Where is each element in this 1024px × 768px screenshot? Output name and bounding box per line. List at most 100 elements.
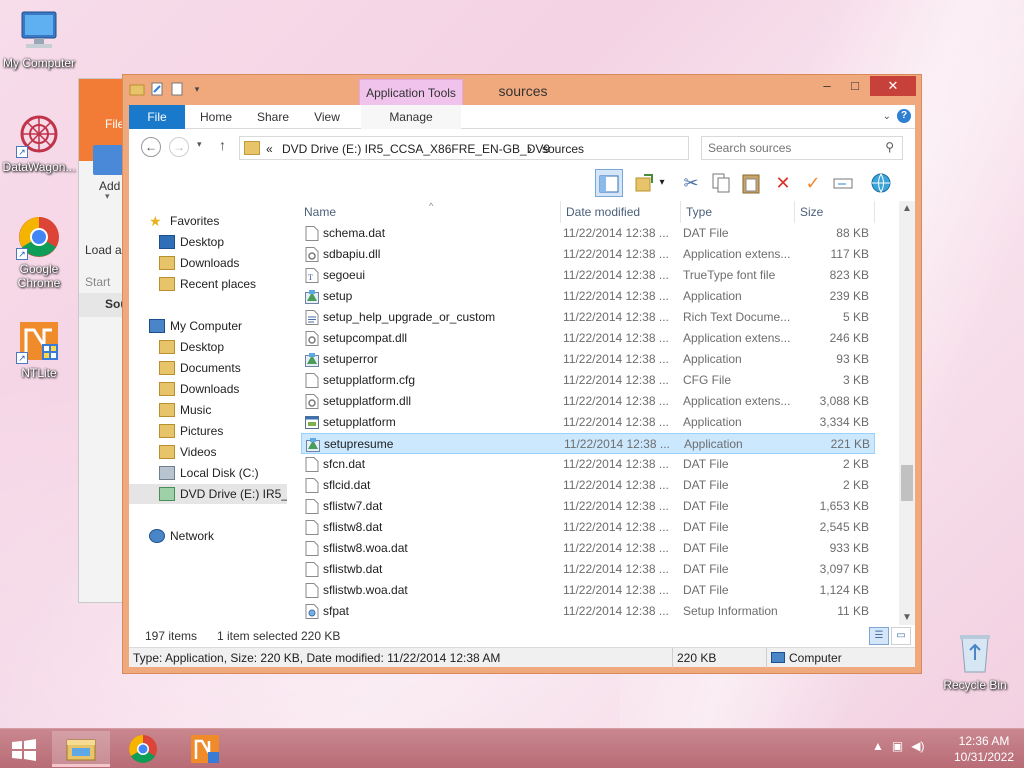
network-icon[interactable]: ▣	[892, 739, 903, 753]
search-box[interactable]: ⚲	[701, 136, 903, 160]
forward-button[interactable]: →	[169, 137, 189, 157]
taskbar-file-explorer[interactable]	[52, 731, 110, 767]
minimize-button[interactable]: –	[813, 76, 841, 96]
details-view-button[interactable]: ☰	[869, 627, 889, 645]
tab-share[interactable]: Share	[247, 105, 299, 129]
file-size: 823 KB	[829, 268, 869, 282]
file-name: setuperror	[323, 352, 378, 366]
up-arrow-icon[interactable]: ↑	[219, 137, 226, 153]
column-header-size[interactable]: Size	[795, 201, 875, 223]
globe-icon[interactable]	[867, 169, 895, 197]
copy-icon[interactable]	[707, 169, 735, 197]
search-input[interactable]	[708, 141, 876, 155]
table-row[interactable]: setupplatform.cfg 11/22/2014 12:38 ... CFG…	[301, 370, 875, 391]
nav-computer-documents[interactable]: Documents	[159, 358, 241, 378]
breadcrumb-sources[interactable]: sources	[542, 142, 584, 156]
nav-favorites-desktop[interactable]: Desktop	[159, 232, 224, 252]
nav-favorites-downloads[interactable]: Downloads	[159, 253, 239, 273]
nav-computer-pictures[interactable]: Pictures	[159, 421, 223, 441]
clock[interactable]: 12:36 AM 10/31/2022	[946, 733, 1022, 765]
address-bar[interactable]: « DVD Drive (E:) IR5_CCSA_X86FRE_EN-GB_D…	[239, 136, 789, 160]
column-header-type[interactable]: Type	[681, 201, 795, 223]
desktop-icon-datawagon[interactable]: ↗ DataWagon...	[0, 112, 78, 174]
table-row[interactable]: sflistw8.woa.dat 11/22/2014 12:38 ... DAT …	[301, 538, 875, 559]
tab-home[interactable]: Home	[189, 105, 243, 129]
table-row[interactable]: sdbapiu.dll 11/22/2014 12:38 ... Applicati…	[301, 244, 875, 265]
breadcrumb-separator[interactable]: ›	[528, 142, 532, 156]
scrollbar-thumb[interactable]	[901, 465, 913, 501]
file-size: 3,097 KB	[819, 562, 869, 576]
table-row[interactable]: sflistw8.dat 11/22/2014 12:38 ... DAT File…	[301, 517, 875, 538]
search-icon[interactable]: ⚲	[885, 140, 894, 154]
title-bar[interactable]: ▾ sources – □ ✕	[123, 75, 921, 105]
breadcrumb-overflow[interactable]: «	[266, 142, 273, 156]
rename-icon[interactable]	[829, 169, 857, 197]
breadcrumb-dvd-drive[interactable]: DVD Drive (E:) IR5_CCSA_X86FRE_EN-GB_DV9	[282, 142, 550, 156]
desktop-icon-my-computer[interactable]: My Computer	[0, 8, 78, 70]
back-button[interactable]: ←	[141, 137, 161, 157]
cut-icon[interactable]: ✂	[677, 169, 705, 197]
folder-options-dropdown-icon[interactable]: ▾	[655, 169, 669, 197]
scroll-up-icon[interactable]: ▲	[899, 203, 915, 214]
table-row[interactable]: setupplatform.dll 11/22/2014 12:38 ... App…	[301, 391, 875, 412]
add-icon[interactable]	[93, 145, 123, 175]
nav-network[interactable]: Network	[149, 526, 214, 546]
nav-dvd-drive[interactable]: DVD Drive (E:) IR5_C	[129, 484, 287, 504]
nav-favorites-recent-places[interactable]: Recent places	[159, 274, 256, 294]
table-row[interactable]: setupresume 11/22/2014 12:38 ... Applicati…	[301, 433, 875, 454]
table-row[interactable]: sflistwb.dat 11/22/2014 12:38 ... DAT File…	[301, 559, 875, 580]
file-list[interactable]: Name ^ Date modified Type Size schema.dat…	[299, 201, 899, 625]
table-row[interactable]: Tsegoeui 11/22/2014 12:38 ... TrueType fon…	[301, 265, 875, 286]
customize-qat-icon[interactable]: ▾	[189, 81, 205, 97]
close-button[interactable]: ✕	[870, 76, 916, 96]
paste-icon[interactable]	[737, 169, 765, 197]
maximize-button[interactable]: □	[841, 76, 869, 96]
scroll-down-icon[interactable]: ▼	[899, 612, 915, 623]
vertical-scrollbar[interactable]: ▲ ▼	[899, 201, 915, 625]
file-icon	[305, 562, 319, 577]
new-folder-icon[interactable]	[169, 81, 185, 97]
table-row[interactable]: setupplatform 11/22/2014 12:38 ... Applica…	[301, 412, 875, 433]
checkmark-icon[interactable]: ✓	[799, 169, 827, 197]
table-row[interactable]: sflistw7.dat 11/22/2014 12:38 ... DAT File…	[301, 496, 875, 517]
table-row[interactable]: sflistwb.woa.dat 11/22/2014 12:38 ... DAT …	[301, 580, 875, 601]
table-row[interactable]: sflcid.dat 11/22/2014 12:38 ... DAT File 2 …	[301, 475, 875, 496]
table-row[interactable]: setup 11/22/2014 12:38 ... Application 239 …	[301, 286, 875, 307]
navigation-pane[interactable]: ★ Favorites Desktop Downloads Recent plac…	[129, 201, 287, 625]
nav-computer-videos[interactable]: Videos	[159, 442, 216, 462]
desktop-icon-ntlite[interactable]: ↗ NTLite	[0, 318, 78, 380]
nav-my-computer[interactable]: My Computer	[149, 316, 242, 336]
table-row[interactable]: setupcompat.dll 11/22/2014 12:38 ... Appli…	[301, 328, 875, 349]
expand-ribbon-icon[interactable]: ⌄	[883, 111, 891, 122]
taskbar-ntlite[interactable]	[176, 731, 234, 767]
show-hidden-icons-icon[interactable]: ▲	[872, 739, 884, 753]
desktop-icon-recycle-bin[interactable]: Recycle Bin	[936, 630, 1014, 692]
nav-computer-desktop[interactable]: Desktop	[159, 337, 224, 357]
nav-computer-music[interactable]: Music	[159, 400, 211, 420]
help-icon[interactable]: ?	[897, 109, 911, 123]
nav-favorites[interactable]: ★ Favorites	[149, 211, 219, 231]
chevron-down-icon[interactable]: ▾	[105, 191, 110, 202]
column-header-name[interactable]: Name ^	[299, 201, 561, 223]
table-row[interactable]: sfcn.dat 11/22/2014 12:38 ... DAT File 2 KB	[301, 454, 875, 475]
nav-computer-downloads[interactable]: Downloads	[159, 379, 239, 399]
table-row[interactable]: schema.dat 11/22/2014 12:38 ... DAT File 88…	[301, 223, 875, 244]
column-header-date-modified[interactable]: Date modified	[561, 201, 681, 223]
taskbar-chrome[interactable]	[114, 731, 172, 767]
table-row[interactable]: sfpat 11/22/2014 12:38 ... Setup Informati…	[301, 601, 875, 622]
tab-manage[interactable]: Manage	[361, 105, 461, 129]
desktop-icon-google-chrome[interactable]: ↗ Google Chrome	[0, 214, 78, 290]
nav-local-disk[interactable]: Local Disk (C:)	[159, 463, 259, 483]
preview-pane-button[interactable]	[595, 169, 623, 197]
explorer-window[interactable]: ▾ sources – □ ✕ Application Tools File H…	[122, 74, 922, 674]
table-row[interactable]: setuperror 11/22/2014 12:38 ... Applicatio…	[301, 349, 875, 370]
tab-file[interactable]: File	[129, 105, 185, 129]
large-icons-view-button[interactable]: ▭	[891, 627, 911, 645]
recent-locations-icon[interactable]: ▾	[197, 139, 202, 150]
delete-icon[interactable]: ✕	[769, 169, 797, 197]
table-row[interactable]: setup_help_upgrade_or_custom 11/22/2014 1…	[301, 307, 875, 328]
properties-icon[interactable]	[149, 81, 165, 97]
start-button[interactable]	[10, 739, 38, 761]
volume-icon[interactable]: ◀)	[911, 739, 924, 753]
tab-view[interactable]: View	[303, 105, 351, 129]
